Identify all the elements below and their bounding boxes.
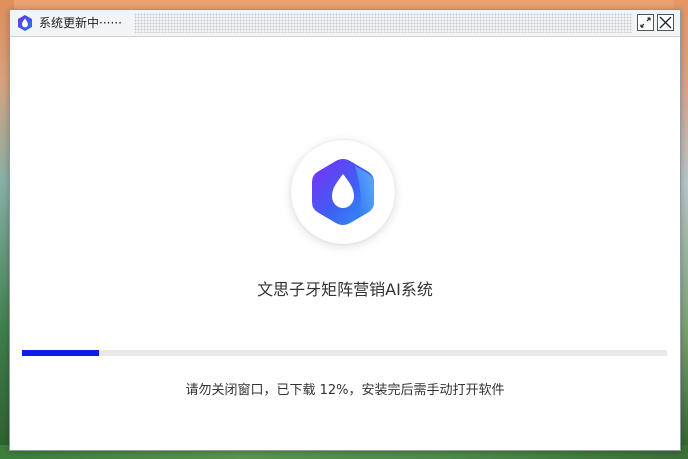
app-name: 文思子牙矩阵营销AI系统 [257,280,433,299]
water-drop-hexagon-logo [312,159,374,225]
restore-icon [640,17,651,28]
title-bar[interactable]: 系统更新中······ [10,10,680,37]
update-window: 系统更新中······ 文思子牙矩阵营销AI系统 请勿关闭窗口，已下载 12%，… [9,9,681,451]
window-title: 系统更新中······ [39,16,122,30]
download-status-text: 请勿关闭窗口，已下载 12%，安装完后需手动打开软件 [185,383,505,398]
download-progress-fill [22,350,100,356]
app-logo [291,140,395,244]
close-icon [659,16,672,29]
title-bar-drag-area[interactable] [134,13,632,33]
close-button[interactable] [657,14,674,31]
download-progress-bar [22,350,667,356]
restore-button[interactable] [637,14,654,31]
hexagon-logo-icon [18,15,32,31]
